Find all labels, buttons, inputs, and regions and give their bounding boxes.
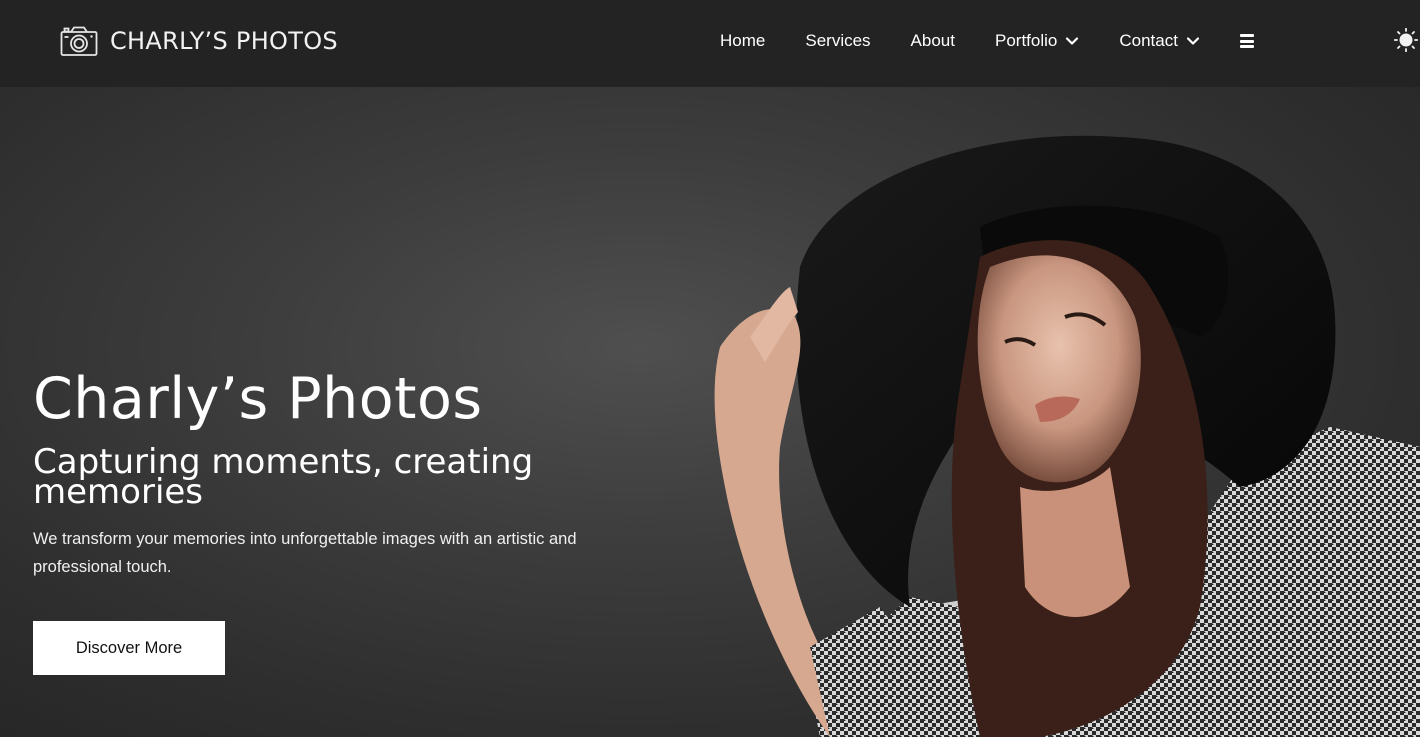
hamburger-icon[interactable] — [1239, 34, 1254, 48]
hero: Charly’s Photos Capturing moments, creat… — [0, 87, 1420, 737]
chevron-down-icon — [1186, 37, 1200, 45]
nav-portfolio[interactable]: Portfolio — [995, 31, 1079, 51]
hero-title: Charly’s Photos — [33, 366, 483, 432]
nav-contact-label: Contact — [1119, 31, 1178, 50]
nav-about[interactable]: About — [911, 31, 955, 51]
main-nav: Home Services About Portfolio Contact — [720, 28, 1254, 54]
nav-services-label: Services — [805, 31, 871, 50]
camera-icon — [60, 25, 98, 57]
chevron-down-icon — [1066, 37, 1079, 45]
navbar: CHARLY’S PHOTOS Home Services About Port… — [0, 0, 1420, 87]
brand-name: CHARLY’S PHOTOS — [110, 27, 338, 55]
brand-link[interactable]: CHARLY’S PHOTOS — [60, 24, 338, 58]
nav-contact[interactable]: Contact — [1119, 31, 1200, 51]
sun-icon[interactable] — [1394, 28, 1418, 52]
discover-more-button[interactable]: Discover More — [33, 621, 225, 675]
nav-portfolio-label: Portfolio — [994, 31, 1058, 50]
hero-photo — [714, 135, 1420, 737]
nav-home-label: Home — [720, 31, 766, 50]
hero-subtitle: Capturing moments, creating memories — [33, 442, 534, 512]
nav-services[interactable]: Services — [805, 31, 870, 51]
nav-home[interactable]: Home — [720, 31, 765, 51]
hero-content: Charly’s Photos Capturing moments, creat… — [33, 365, 653, 581]
nav-about-label: About — [910, 31, 955, 50]
hero-description: We transform your memories into unforget… — [33, 530, 577, 576]
